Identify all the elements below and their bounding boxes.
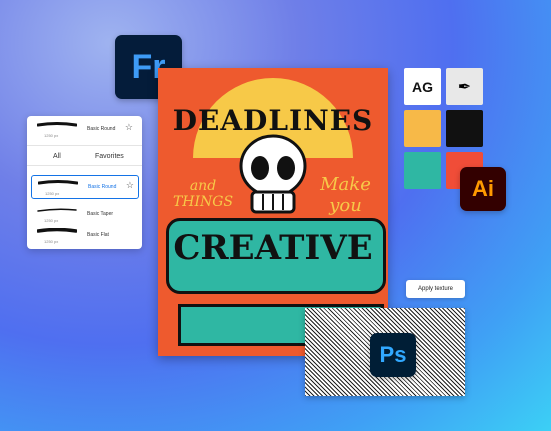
brush-stroke-icon — [37, 208, 77, 212]
brush-stroke-icon — [37, 122, 77, 127]
skull-icon — [239, 134, 307, 214]
type-tool-tile[interactable]: AG — [404, 68, 441, 105]
poster-creative: CREATIVE — [173, 228, 373, 268]
poster-make-you: Make you — [320, 174, 371, 216]
photoshop-label: Ps — [379, 342, 407, 367]
divider — [27, 165, 142, 166]
brush-item-basic-flat[interactable]: Basic Flat 1250 px — [31, 224, 137, 246]
ag-label: AG — [412, 78, 433, 95]
brush-panel: Basic Round 1250 px ☆ All Favorites Basi… — [27, 116, 142, 249]
photoshop-app-icon[interactable]: Ps — [370, 333, 416, 377]
brush-size: 1250 px — [45, 191, 60, 196]
brush-size: 1250 px — [44, 239, 59, 244]
divider — [27, 145, 142, 146]
teal-swatch[interactable] — [404, 152, 441, 189]
star-icon[interactable]: ☆ — [126, 180, 134, 191]
illustrator-label: Ai — [472, 176, 494, 201]
brush-size: 1250 px — [44, 133, 59, 138]
tab-favorites[interactable]: Favorites — [95, 153, 124, 160]
illustrator-app-icon[interactable]: Ai — [460, 167, 506, 211]
poster-and-things: and THINGS — [172, 178, 234, 210]
tab-all[interactable]: All — [53, 153, 61, 160]
brush-stroke-icon — [38, 180, 78, 185]
brush-name: Basic Flat — [87, 232, 109, 238]
brush-stroke-icon — [37, 228, 77, 233]
black-swatch[interactable] — [446, 110, 483, 147]
apply-texture-button[interactable]: Apply texture — [406, 280, 465, 298]
apply-texture-label: Apply texture — [417, 286, 454, 292]
brush-item-basic-round[interactable]: Basic Round 1250 px ☆ — [31, 175, 139, 199]
yellow-swatch[interactable] — [404, 110, 441, 147]
brush-item-basic-taper[interactable]: Basic Taper 1250 px — [31, 203, 137, 225]
pen-tool-icon[interactable]: ✒ — [446, 68, 483, 105]
brush-name: Basic Round — [87, 126, 116, 132]
poster-headline: DEADLINES — [172, 104, 374, 137]
brush-size: 1250 px — [44, 218, 59, 223]
star-icon[interactable]: ☆ — [125, 122, 133, 133]
brush-name: Basic Round — [88, 184, 117, 190]
brush-item-top[interactable]: Basic Round 1250 px ☆ — [31, 118, 137, 140]
brush-name: Basic Taper — [87, 211, 114, 217]
